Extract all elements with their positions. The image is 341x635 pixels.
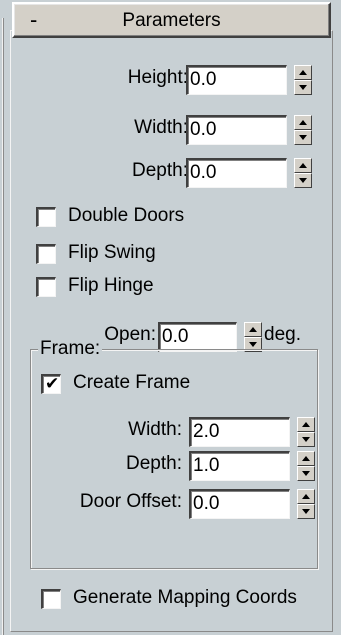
door-offset-label: Door Offset: (79, 491, 182, 512)
frame-width-label: Width: (128, 419, 182, 440)
double-doors-checkbox[interactable] (36, 207, 56, 227)
open-label: Open: (104, 324, 156, 345)
height-label: Height: (127, 67, 188, 88)
double-doors-label[interactable]: Double Doors (68, 205, 184, 227)
rollout-header-button[interactable]: - Parameters (12, 2, 331, 38)
frame-depth-spinner-icon[interactable] (297, 451, 315, 481)
frame-group-title: Frame: (38, 338, 103, 360)
flip-hinge-label[interactable]: Flip Hinge (68, 275, 154, 297)
generate-mapping-coords-checkbox[interactable] (41, 589, 61, 609)
spin-up-button[interactable] (297, 451, 315, 466)
door-offset-field[interactable]: 0.0 (189, 489, 290, 519)
depth-spinner-icon[interactable] (294, 158, 312, 188)
height-spinner-icon[interactable] (294, 65, 312, 95)
frame-depth-field[interactable]: 1.0 (189, 451, 290, 481)
open-spinner-icon[interactable] (244, 322, 262, 352)
panel-left-edge (2, 18, 5, 635)
frame-depth-label: Depth: (126, 453, 182, 474)
rollout-title: Parameters (122, 10, 221, 31)
generate-mapping-coords-label[interactable]: Generate Mapping Coords (73, 587, 297, 609)
open-field[interactable]: 0.0 (158, 322, 237, 352)
frame-width-spinner-icon[interactable] (297, 417, 315, 447)
spin-up-button[interactable] (294, 115, 312, 130)
spin-up-button[interactable] (244, 322, 262, 337)
spin-down-button[interactable] (294, 130, 312, 145)
spin-down-button[interactable] (297, 432, 315, 447)
width-spinner-icon[interactable] (294, 115, 312, 145)
flip-swing-label[interactable]: Flip Swing (68, 242, 156, 264)
height-field[interactable]: 0.0 (186, 65, 287, 95)
spin-up-button[interactable] (297, 417, 315, 432)
parameters-rollout: - Parameters Height: 0.0 Width: 0.0 Dept… (10, 0, 333, 635)
door-offset-spinner-icon[interactable] (297, 489, 315, 519)
flip-hinge-checkbox[interactable] (36, 277, 56, 297)
create-frame-checkbox[interactable]: ✔ (41, 374, 61, 394)
width-field[interactable]: 0.0 (186, 115, 287, 145)
spin-up-button[interactable] (294, 65, 312, 80)
spin-down-button[interactable] (294, 173, 312, 188)
spin-down-button[interactable] (297, 504, 315, 519)
spin-up-button[interactable] (297, 489, 315, 504)
width-label: Width: (134, 117, 188, 138)
depth-field[interactable]: 0.0 (186, 158, 287, 188)
open-unit-label: deg. (264, 324, 301, 345)
spin-up-button[interactable] (294, 158, 312, 173)
spin-down-button[interactable] (297, 466, 315, 481)
flip-swing-checkbox[interactable] (36, 244, 56, 264)
spin-down-button[interactable] (294, 80, 312, 95)
frame-width-field[interactable]: 2.0 (189, 417, 290, 447)
checkmark-icon: ✔ (45, 374, 60, 393)
create-frame-label[interactable]: Create Frame (73, 372, 190, 394)
depth-label: Depth: (132, 160, 188, 181)
